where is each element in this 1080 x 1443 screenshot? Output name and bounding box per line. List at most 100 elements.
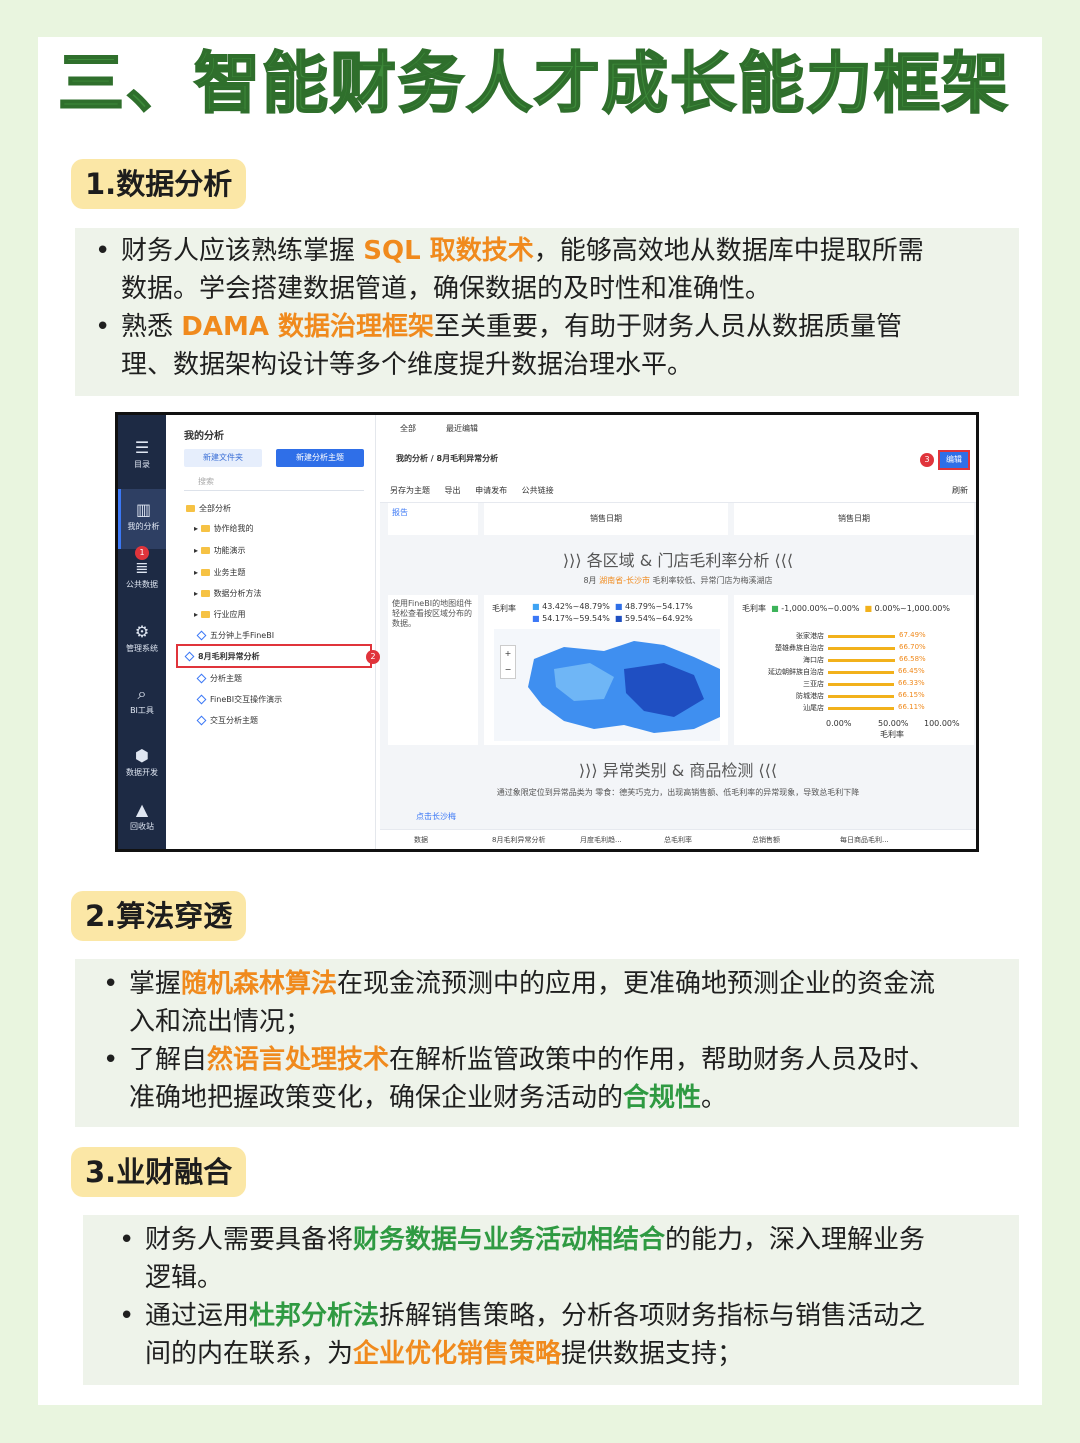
tree-item[interactable]: ▸ 行业应用 bbox=[194, 609, 246, 620]
highlight-text: SQL 取数技术 bbox=[363, 236, 534, 266]
store-label: 汕尾店 bbox=[803, 704, 824, 712]
database-icon: ≣ bbox=[135, 558, 149, 577]
recycle-icon: ▲ bbox=[135, 800, 149, 819]
step-badge-3: 3 bbox=[920, 453, 934, 467]
store-bar[interactable] bbox=[828, 659, 895, 662]
page-title: 三、智能财务人才成长能力框架 bbox=[57, 44, 1010, 123]
rail-item-catalog[interactable]: ☰ 目录 bbox=[118, 427, 166, 487]
sales-date-label: 销售日期 bbox=[484, 503, 728, 535]
bullet-item: 熟悉 DAMA 数据治理框架至关重要，有助于财务人员从数据质量管理、数据架构设计… bbox=[75, 308, 1019, 384]
tree-header: 我的分析 bbox=[184, 431, 224, 442]
map-zoom-control[interactable]: + − bbox=[500, 645, 516, 679]
highlight-text: 企业优化销售策略 bbox=[353, 1339, 562, 1369]
store-label: 海口店 bbox=[803, 656, 824, 664]
map-graphic bbox=[494, 629, 720, 741]
store-label: 防城港店 bbox=[796, 692, 824, 700]
section-box-data-analysis: 财务人应该熟练掌握 SQL 取数技术，能够高效地从数据库中提取所需数据。学会搭建… bbox=[75, 228, 1019, 396]
magnifier-icon: ⌕ bbox=[137, 684, 147, 703]
highlight-text: 随机森林算法 bbox=[181, 969, 338, 999]
new-folder-button[interactable]: 新建文件夹 bbox=[184, 449, 262, 467]
bottom-tab[interactable]: 8月毛利异常分析 bbox=[492, 835, 545, 845]
rail-item-recycle[interactable]: ▲ 回收站 bbox=[118, 789, 166, 849]
store-bar[interactable] bbox=[828, 683, 894, 686]
section-box-business-finance: 财务人需要具备将财务数据与业务活动相结合的能力，深入理解业务逻辑。 通过运用杜邦… bbox=[83, 1215, 1019, 1385]
left-nav-rail: ☰ 目录 ▥ 我的分析 ≣ 公共数据 1 ⚙ 管理系统 ⌕ BI工具 ⬢ 数据开发 ▲ 回收站 bbox=[118, 415, 166, 849]
bullet-item: 财务人应该熟练掌握 SQL 取数技术，能够高效地从数据库中提取所需数据。学会搭建… bbox=[75, 232, 1019, 308]
highlight-text: DAMA 数据治理框架 bbox=[181, 312, 435, 342]
section-subtitle-anomaly: 通过象限定位到异常品类为 零食：德芙巧克力，出现高销售额、低毛利率的异常现象，导… bbox=[496, 788, 860, 797]
store-value-label: 66.15% bbox=[898, 691, 925, 699]
store-value-label: 66.11% bbox=[898, 703, 925, 711]
public-link-button[interactable]: 公共链接 bbox=[522, 486, 554, 495]
analysis-topbar: 全部 最近编辑 我的分析 / 8月毛利异常分析 3 编辑 另存为主题 导出 申请… bbox=[380, 415, 976, 503]
bullet-item: 了解自然语言处理技术在解析监管政策中的作用，帮助财务人员及时、准确地把握政策变化… bbox=[83, 1041, 1019, 1117]
rail-item-my-analysis[interactable]: ▥ 我的分析 bbox=[118, 489, 166, 549]
tree-item[interactable]: ▸ 协作给我的 bbox=[194, 523, 254, 534]
bottom-tab[interactable]: 总销售额 bbox=[752, 835, 780, 845]
store-label: 楚雄彝族自治店 bbox=[775, 644, 824, 652]
export-button[interactable]: 导出 bbox=[445, 486, 461, 495]
highlight-text: 杜邦分析法 bbox=[249, 1301, 380, 1331]
tree-item[interactable]: 五分钟上手FineBI bbox=[196, 630, 274, 641]
store-value-label: 66.33% bbox=[898, 679, 925, 687]
section-label-algorithm: 2.算法穿透 bbox=[71, 891, 247, 941]
list-icon: ☰ bbox=[134, 438, 150, 457]
breadcrumb: 我的分析 / 8月毛利异常分析 bbox=[396, 454, 499, 463]
store-bar[interactable] bbox=[828, 671, 894, 674]
bar-chart-panel: 毛利率 ■ -1,000.00%~0.00% ■ 0.00%~1,000.00%… bbox=[734, 595, 974, 745]
edit-button[interactable]: 编辑 bbox=[938, 450, 970, 470]
store-bar[interactable] bbox=[828, 707, 894, 710]
click-hint-link[interactable]: 点击长沙梅 bbox=[416, 811, 456, 822]
tab-all[interactable]: 全部 bbox=[400, 423, 416, 434]
tree-item[interactable]: FineBI交互操作演示 bbox=[196, 694, 282, 705]
bottom-tab-bar: 数据 8月毛利异常分析 月度毛利趋... 总毛利率 总销售额 每日商品毛利... bbox=[380, 829, 976, 849]
section-subtitle-region: 8月 湖南省-长沙市 毛利率较低、异常门店为梅溪湖店 bbox=[583, 576, 773, 585]
bottom-tab[interactable]: 月度毛利趋... bbox=[580, 835, 622, 845]
rail-item-admin[interactable]: ⚙ 管理系统 bbox=[118, 611, 166, 671]
tree-item[interactable]: 全部分析 bbox=[186, 503, 231, 514]
report-tag: 报告 bbox=[388, 503, 478, 535]
toolbar: 另存为主题 导出 申请发布 公共链接 bbox=[390, 485, 554, 496]
rail-item-data-dev[interactable]: ⬢ 数据开发 bbox=[118, 735, 166, 795]
store-value-label: 67.49% bbox=[899, 631, 926, 639]
tree-search-input[interactable]: 搜索 bbox=[184, 473, 364, 491]
map-note: 使用FineBI的地图组件轻松查看按区域分布的数据。 bbox=[388, 595, 478, 745]
tree-item[interactable]: ▸ 业务主题 bbox=[194, 567, 246, 578]
x-tick: 50.00% bbox=[878, 719, 909, 728]
x-axis-label: 毛利率 bbox=[880, 730, 904, 739]
section-label-data-analysis: 1.数据分析 bbox=[71, 159, 247, 209]
tree-item[interactable]: ▸ 数据分析方法 bbox=[194, 588, 262, 599]
store-bar[interactable] bbox=[828, 695, 894, 698]
x-tick: 0.00% bbox=[826, 719, 852, 728]
finebi-screenshot: ☰ 目录 ▥ 我的分析 ≣ 公共数据 1 ⚙ 管理系统 ⌕ BI工具 ⬢ 数据开发 ▲ 回收站… bbox=[115, 412, 979, 852]
apply-publish-button[interactable]: 申请发布 bbox=[475, 486, 507, 495]
tree-item[interactable]: 分析主题 bbox=[196, 673, 242, 684]
rail-item-bi-tools[interactable]: ⌕ BI工具 bbox=[118, 673, 166, 733]
bottom-tab[interactable]: 总毛利率 bbox=[664, 835, 692, 845]
highlight-text: 财务数据与业务活动相结合 bbox=[353, 1225, 666, 1255]
poster: 三、智能财务人才成长能力框架 1.数据分析 财务人应该熟练掌握 SQL 取数技术… bbox=[38, 37, 1042, 1405]
save-as-topic-button[interactable]: 另存为主题 bbox=[390, 486, 430, 495]
highlight-text: 合规性 bbox=[623, 1083, 702, 1113]
new-topic-button[interactable]: 新建分析主题 bbox=[276, 449, 364, 467]
refresh-button[interactable]: 刷新 bbox=[952, 485, 968, 496]
store-label: 延边朝鲜族自治店 bbox=[768, 668, 824, 676]
bottom-tab[interactable]: 数据 bbox=[414, 835, 428, 845]
map-chart-panel: 毛利率 ■ 43.42%~48.79% ■ 48.79%~54.17% ■ 54… bbox=[484, 595, 728, 745]
map-legend: ■ 43.42%~48.79% ■ 48.79%~54.17% ■ 54.17%… bbox=[532, 602, 693, 623]
gear-icon: ⚙ bbox=[134, 622, 150, 641]
tree-item[interactable]: 交互分析主题 bbox=[196, 715, 258, 726]
store-bar[interactable] bbox=[828, 647, 895, 650]
bullet-item: 通过运用杜邦分析法拆解销售策略，分析各项财务指标与销售活动之间的内在联系，为企业… bbox=[99, 1297, 1019, 1373]
analysis-tree-panel: 我的分析 新建文件夹 新建分析主题 搜索 全部分析 ▸ 协作给我的 ▸ 功能演示… bbox=[166, 415, 380, 849]
sales-date-label: 销售日期 bbox=[734, 503, 974, 535]
tree-item[interactable]: ▸ 功能演示 bbox=[194, 545, 246, 556]
chart-icon: ▥ bbox=[135, 500, 152, 519]
tab-recent[interactable]: 最近编辑 bbox=[446, 423, 478, 434]
map-legend-title: 毛利率 bbox=[492, 604, 516, 613]
cube-icon: ⬢ bbox=[135, 746, 149, 765]
tree-item-selected[interactable]: 8月毛利异常分析 bbox=[176, 644, 372, 668]
store-value-label: 66.45% bbox=[898, 667, 925, 675]
store-bar[interactable] bbox=[828, 635, 895, 638]
bottom-tab[interactable]: 每日商品毛利... bbox=[840, 835, 889, 845]
